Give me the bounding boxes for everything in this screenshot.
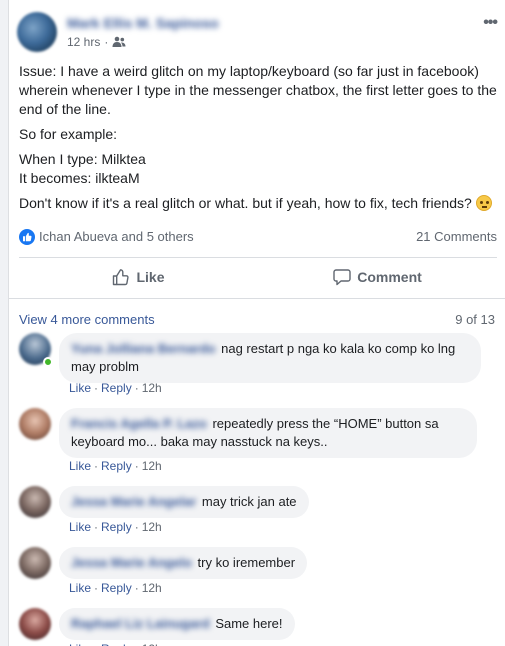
post-question: Don't know if it's a real glitch or what… <box>19 195 472 211</box>
post-paragraph: When I type: Milktea <box>19 151 146 167</box>
post-body: Issue: I have a weird glitch on my lapto… <box>19 62 499 219</box>
comment-actions: Like·Reply·12h <box>69 459 162 473</box>
commenter-avatar[interactable] <box>19 408 51 440</box>
comment-bubble: Jessa Marie Angelar may trick jan ate <box>59 486 309 518</box>
comment-actions: Like·Reply·12h <box>69 581 162 595</box>
post-paragraph: It becomes: ilkteaM <box>19 170 140 186</box>
comment-reply-link[interactable]: Reply <box>101 459 132 473</box>
commenter-name[interactable]: Raphael Liz Lainugard <box>71 616 210 631</box>
commenter-name[interactable]: Jessa Marie Angelo <box>71 555 192 570</box>
post-paragraph-last: Don't know if it's a real glitch or what… <box>19 194 499 213</box>
comment-text: try ko iremember <box>197 555 296 570</box>
comment-time[interactable]: 12h <box>142 642 162 646</box>
comment-bubble: Raphael Liz Lainugard Same here! <box>59 608 295 640</box>
comment-button[interactable]: Comment <box>258 258 497 296</box>
ellipsis-icon[interactable]: ••• <box>483 14 498 32</box>
thumbs-up-icon <box>113 269 130 286</box>
comment-reply-link[interactable]: Reply <box>101 381 132 395</box>
reactors-summary[interactable]: Ichan Abueva and 5 others <box>39 229 194 244</box>
comment-like-link[interactable]: Like <box>69 581 91 595</box>
commenter-name[interactable]: Francis Agella P. Lazo <box>71 416 207 431</box>
like-label: Like <box>136 269 165 285</box>
comment-time[interactable]: 12h <box>142 581 162 595</box>
post-time[interactable]: 12 hrs <box>67 35 100 49</box>
comment-bubble: Yuna Jolliana Bernardo nag restart p nga… <box>59 333 481 383</box>
like-button[interactable]: Like <box>19 258 258 296</box>
comment-like-link[interactable]: Like <box>69 520 91 534</box>
comment-actions: Like·Reply·12h <box>69 520 162 534</box>
comment-actions: Like·Reply·12h <box>69 642 162 646</box>
comment-time[interactable]: 12h <box>142 520 162 534</box>
commenter-avatar[interactable] <box>19 547 51 579</box>
like-reaction-icon[interactable] <box>19 229 35 245</box>
post-paragraph: So for example: <box>19 126 118 142</box>
reactions-bar: Ichan Abueva and 5 others 21 Comments <box>19 226 497 248</box>
comment-bubble: Francis Agella P. Lazo repeatedly press … <box>59 408 477 458</box>
comment-reply-link[interactable]: Reply <box>101 581 132 595</box>
commenter-avatar[interactable] <box>19 486 51 518</box>
comment-like-link[interactable]: Like <box>69 459 91 473</box>
meta-separator: · <box>104 35 109 49</box>
post-header: Mark Ellis M. Sapinoso 12 hrs · ••• <box>17 12 498 56</box>
comment-like-link[interactable]: Like <box>69 381 91 395</box>
section-divider <box>9 298 505 299</box>
comment-text: Same here! <box>215 616 283 631</box>
comment-time[interactable]: 12h <box>142 381 162 395</box>
comment-reply-link[interactable]: Reply <box>101 520 132 534</box>
comment-text: may trick jan ate <box>201 494 297 509</box>
post-paragraph: Issue: I have a weird glitch on my lapto… <box>19 63 497 117</box>
friends-icon[interactable] <box>112 36 126 48</box>
view-more-comments-link[interactable]: View 4 more comments <box>19 312 155 327</box>
comment-reply-link[interactable]: Reply <box>101 642 132 646</box>
commenter-name[interactable]: Jessa Marie Angelar <box>71 494 196 509</box>
comment-bubble-icon <box>333 269 351 286</box>
commenter-avatar[interactable] <box>19 608 51 640</box>
post-meta: 12 hrs · <box>67 35 126 49</box>
thinking-face-icon <box>475 195 492 211</box>
post-author-name[interactable]: Mark Ellis M. Sapinoso <box>67 15 219 31</box>
author-avatar[interactable] <box>17 12 57 52</box>
post-card: Mark Ellis M. Sapinoso 12 hrs · ••• Issu… <box>8 0 505 646</box>
comment-time[interactable]: 12h <box>142 459 162 473</box>
comments-page-count: 9 of 13 <box>455 312 495 327</box>
comment-like-link[interactable]: Like <box>69 642 91 646</box>
online-status-dot <box>43 357 53 367</box>
comments-count[interactable]: 21 Comments <box>416 229 497 244</box>
comment-label: Comment <box>357 269 422 285</box>
post-actions: Like Comment <box>19 258 497 296</box>
comment-actions: Like·Reply·12h <box>69 381 162 395</box>
comment-bubble: Jessa Marie Angelo try ko iremember <box>59 547 308 579</box>
commenter-name[interactable]: Yuna Jolliana Bernardo <box>71 341 216 356</box>
